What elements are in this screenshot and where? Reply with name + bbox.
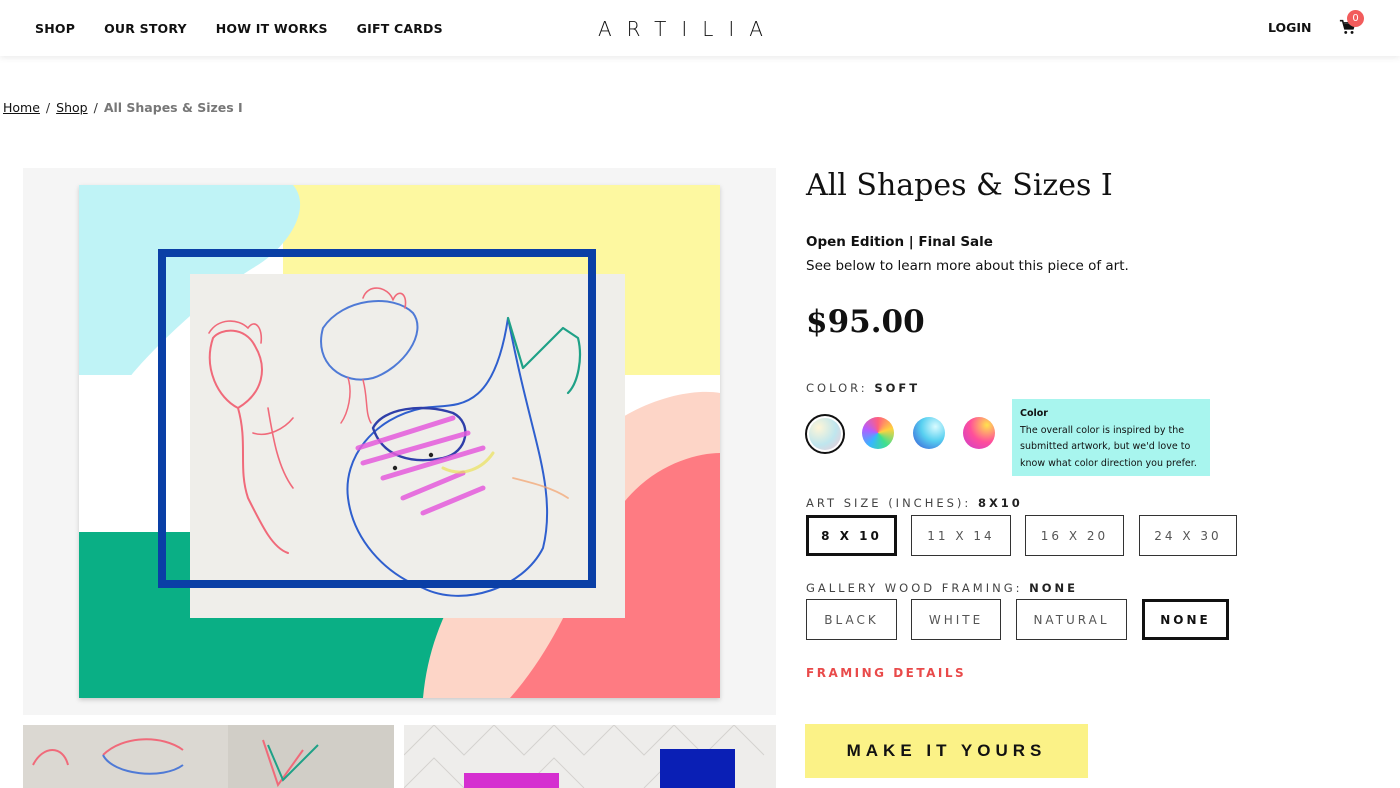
nav-shop[interactable]: SHOP [35, 21, 75, 36]
size-label: ART SIZE (INCHES): 8X10 [806, 496, 1023, 510]
framing-label: GALLERY WOOD FRAMING: NONE [806, 581, 1078, 595]
color-tooltip-title: Color [1020, 408, 1048, 419]
thumbnail-room-scene [404, 725, 776, 788]
size-selected-value: 8X10 [977, 496, 1023, 510]
color-swatch-soft[interactable] [809, 418, 841, 450]
product-thumbnail-1[interactable] [23, 725, 394, 788]
product-price: $95.00 [806, 304, 925, 340]
framing-label-text: GALLERY WOOD FRAMING: [806, 581, 1023, 595]
breadcrumb-home[interactable]: Home [3, 100, 40, 115]
product-description: See below to learn more about this piece… [806, 258, 1129, 274]
product-main-image[interactable] [23, 168, 776, 715]
framing-option-white[interactable]: WHITE [911, 599, 1001, 640]
size-label-text: ART SIZE (INCHES): [806, 496, 972, 510]
product-thumbnail-2[interactable] [404, 725, 776, 788]
size-option-16x20[interactable]: 16 X 20 [1025, 515, 1124, 556]
cart-count-badge: 0 [1347, 10, 1364, 27]
site-logo[interactable]: ARTILIA [598, 17, 778, 41]
artwork-illustration [79, 185, 720, 698]
breadcrumb-separator: / [93, 100, 98, 115]
size-option-8x10[interactable]: 8 X 10 [806, 515, 897, 556]
color-selected-value: SOFT [874, 381, 921, 395]
size-option-11x14[interactable]: 11 X 14 [911, 515, 1011, 556]
breadcrumb: Home / Shop / All Shapes & Sizes I [3, 100, 243, 115]
color-label-text: COLOR: [806, 381, 868, 395]
color-label: COLOR: SOFT [806, 381, 920, 395]
thumbnail-drawing [23, 725, 394, 788]
product-title: All Shapes & Sizes I [806, 168, 1113, 203]
color-tooltip-text: The overall color is inspired by the sub… [1020, 424, 1197, 469]
main-nav: SHOP OUR STORY HOW IT WORKS GIFT CARDS [35, 0, 443, 56]
framing-selected-value: NONE [1029, 581, 1079, 595]
breadcrumb-current: All Shapes & Sizes I [103, 100, 243, 115]
color-swatch-rainbow[interactable] [862, 417, 894, 449]
framing-option-none[interactable]: NONE [1142, 599, 1229, 640]
color-swatch-cool[interactable] [913, 417, 945, 449]
size-option-24x30[interactable]: 24 X 30 [1139, 515, 1237, 556]
product-edition: Open Edition | Final Sale [806, 234, 993, 250]
login-link[interactable]: LOGIN [1268, 20, 1312, 35]
color-tooltip: Color The overall color is inspired by t… [1012, 399, 1210, 476]
make-it-yours-button[interactable]: MAKE IT YOURS [805, 724, 1088, 778]
nav-gift-cards[interactable]: GIFT CARDS [357, 21, 443, 36]
nav-how-it-works[interactable]: HOW IT WORKS [216, 21, 328, 36]
site-header: SHOP OUR STORY HOW IT WORKS GIFT CARDS A… [0, 0, 1400, 56]
framing-details-link[interactable]: FRAMING DETAILS [806, 666, 966, 680]
nav-our-story[interactable]: OUR STORY [104, 21, 187, 36]
breadcrumb-separator: / [45, 100, 51, 115]
framing-option-black[interactable]: BLACK [806, 599, 897, 640]
framing-option-natural[interactable]: NATURAL [1016, 599, 1127, 640]
breadcrumb-shop[interactable]: Shop [56, 100, 87, 115]
color-swatch-warm[interactable] [963, 417, 995, 449]
